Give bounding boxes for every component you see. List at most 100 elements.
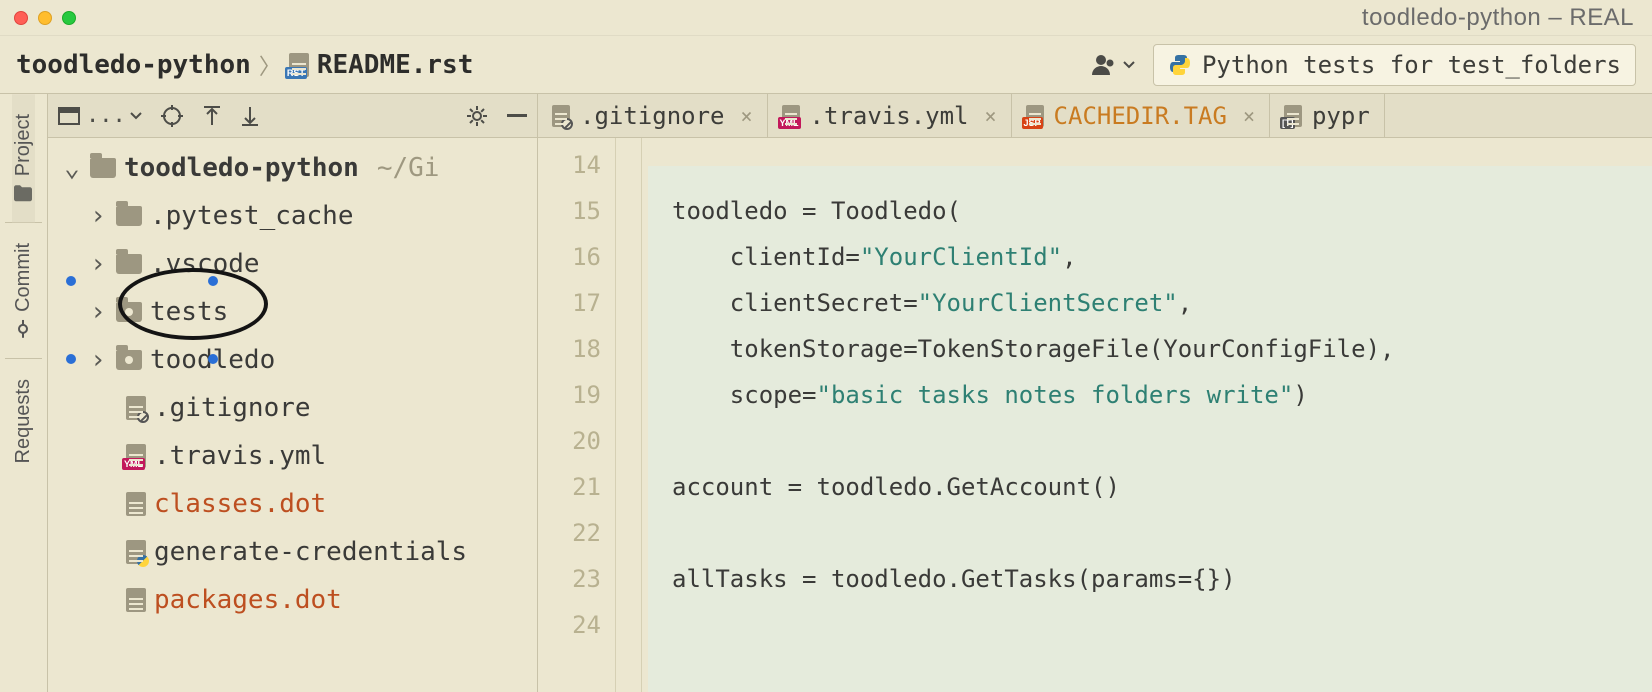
- rail-project[interactable]: Project: [12, 94, 35, 222]
- chevron-right-icon: ›: [88, 249, 108, 279]
- line-number: 17: [538, 280, 601, 326]
- rst-file-icon: RST: [289, 53, 309, 77]
- tree-root-label: toodledo-python: [124, 153, 359, 183]
- select-opened-file-button[interactable]: [160, 104, 184, 128]
- hide-tool-window-button[interactable]: [507, 114, 527, 118]
- tree-folder-pytest-cache[interactable]: › .pytest_cache: [48, 192, 537, 240]
- tool-window-rail: Project Commit Requests: [0, 94, 48, 692]
- chevron-right-icon: ›: [88, 297, 108, 327]
- tab-pyproject[interactable]: [T] pypr: [1270, 94, 1385, 137]
- breadcrumb: toodledo-python 〉 RST README.rst: [16, 49, 473, 81]
- close-tab-icon[interactable]: ×: [1237, 104, 1255, 128]
- line-number: 23: [538, 556, 601, 602]
- zoom-window-button[interactable]: [62, 11, 76, 25]
- tree-item-label: packages.dot: [154, 585, 342, 615]
- code-line: toodledo = Toodledo(: [672, 188, 1652, 234]
- close-tab-icon[interactable]: ×: [979, 104, 997, 128]
- rail-commit[interactable]: Commit: [12, 223, 35, 358]
- code-line: [672, 142, 1652, 188]
- user-icon: [1091, 53, 1119, 77]
- chevron-right-icon: ›: [88, 201, 108, 231]
- project-settings-button[interactable]: [465, 104, 489, 128]
- folder-icon: [116, 206, 142, 226]
- window-titlebar: toodledo-python – REAL: [0, 0, 1652, 36]
- vcs-change-marker: [208, 354, 218, 364]
- window-controls: [14, 11, 76, 25]
- package-folder-icon: [116, 302, 142, 322]
- tab-label: pypr: [1312, 102, 1370, 130]
- file-icon: [126, 396, 146, 420]
- python-icon: [1168, 53, 1192, 77]
- code-line: [672, 510, 1652, 556]
- line-number: 22: [538, 510, 601, 556]
- tab-gitignore[interactable]: .gitignore ×: [538, 94, 768, 137]
- python-file-icon: [126, 540, 146, 564]
- yml-file-icon: YML: [782, 105, 800, 127]
- code-content[interactable]: toodledo = Toodledo( clientId="YourClien…: [642, 138, 1652, 692]
- project-view-selector[interactable]: ...: [58, 103, 142, 128]
- code-line: allTasks = toodledo.GetTasks(params={}): [672, 556, 1652, 602]
- tab-label: .gitignore: [580, 102, 725, 130]
- line-number: 20: [538, 418, 601, 464]
- file-icon: [126, 588, 146, 612]
- tab-label: CACHEDIR.TAG: [1054, 102, 1227, 130]
- minimize-window-button[interactable]: [38, 11, 52, 25]
- tree-root[interactable]: ⌄ toodledo-python ~/Gi: [48, 144, 537, 192]
- rail-commit-label: Commit: [12, 243, 35, 312]
- gutter-annotations: [616, 138, 642, 692]
- project-tool-window: ... ⌄ toodledo-pyth: [48, 94, 538, 692]
- code-line: clientId="YourClientId",: [672, 234, 1652, 280]
- tree-file-classes[interactable]: classes.dot: [48, 480, 537, 528]
- close-window-button[interactable]: [14, 11, 28, 25]
- project-tree: ⌄ toodledo-python ~/Gi › .pytest_cache ›…: [48, 138, 537, 692]
- line-number: 19: [538, 372, 601, 418]
- minimize-icon: [507, 114, 527, 118]
- tree-file-packages[interactable]: packages.dot: [48, 576, 537, 624]
- editor-area: .gitignore × YML .travis.yml × JSP CACHE…: [538, 94, 1652, 692]
- vcs-change-marker: [208, 276, 218, 286]
- code-line: [672, 418, 1652, 464]
- line-number: 16: [538, 234, 601, 280]
- line-number-gutter: 14 15 16 17 18 19 20 21 22 23 24: [538, 138, 616, 692]
- vcs-change-marker: [66, 354, 76, 364]
- commit-icon: [15, 320, 33, 338]
- window-icon: [58, 107, 80, 125]
- collapse-all-icon: [240, 105, 260, 127]
- breadcrumb-root[interactable]: toodledo-python: [16, 50, 251, 80]
- tree-item-label: .pytest_cache: [150, 201, 354, 231]
- code-line: tokenStorage=TokenStorageFile(YourConfig…: [672, 326, 1652, 372]
- navigation-bar: toodledo-python 〉 RST README.rst Python …: [0, 36, 1652, 94]
- project-toolbar: ...: [48, 94, 537, 138]
- rail-requests[interactable]: Requests: [12, 359, 35, 484]
- toml-file-icon: [T]: [1284, 105, 1302, 127]
- run-configuration-selector[interactable]: Python tests for test_folders: [1153, 44, 1636, 86]
- tree-folder-tests[interactable]: › tests: [48, 288, 537, 336]
- line-number: 21: [538, 464, 601, 510]
- tab-cachedir[interactable]: JSP CACHEDIR.TAG ×: [1012, 94, 1270, 137]
- tree-root-path: ~/Gi: [377, 153, 440, 183]
- code-with-me-button[interactable]: [1083, 49, 1143, 81]
- tab-label: .travis.yml: [810, 102, 969, 130]
- tree-item-label: generate-credentials: [154, 537, 467, 567]
- rail-project-label: Project: [12, 114, 35, 176]
- breadcrumb-file[interactable]: README.rst: [317, 50, 474, 80]
- tab-travis[interactable]: YML .travis.yml ×: [768, 94, 1012, 137]
- tree-folder-toodledo[interactable]: › toodledo: [48, 336, 537, 384]
- tree-file-gitignore[interactable]: .gitignore: [48, 384, 537, 432]
- tree-folder-vscode[interactable]: › .vscode: [48, 240, 537, 288]
- tree-file-generate-credentials[interactable]: generate-credentials: [48, 528, 537, 576]
- close-tab-icon[interactable]: ×: [735, 104, 753, 128]
- folder-icon: [14, 184, 34, 202]
- collapse-all-button[interactable]: [240, 105, 260, 127]
- editor-tabs: .gitignore × YML .travis.yml × JSP CACHE…: [538, 94, 1652, 138]
- tree-item-label: .gitignore: [154, 393, 311, 423]
- gear-icon: [465, 104, 489, 128]
- vcs-change-marker: [66, 276, 76, 286]
- tree-item-label: classes.dot: [154, 489, 326, 519]
- expand-all-button[interactable]: [202, 105, 222, 127]
- tree-file-travis[interactable]: YML .travis.yml: [48, 432, 537, 480]
- chevron-down-icon: [1123, 61, 1135, 69]
- jsp-file-icon: JSP: [1026, 105, 1044, 127]
- line-number: 14: [538, 142, 601, 188]
- code-editor[interactable]: 14 15 16 17 18 19 20 21 22 23 24 toodled…: [538, 138, 1652, 692]
